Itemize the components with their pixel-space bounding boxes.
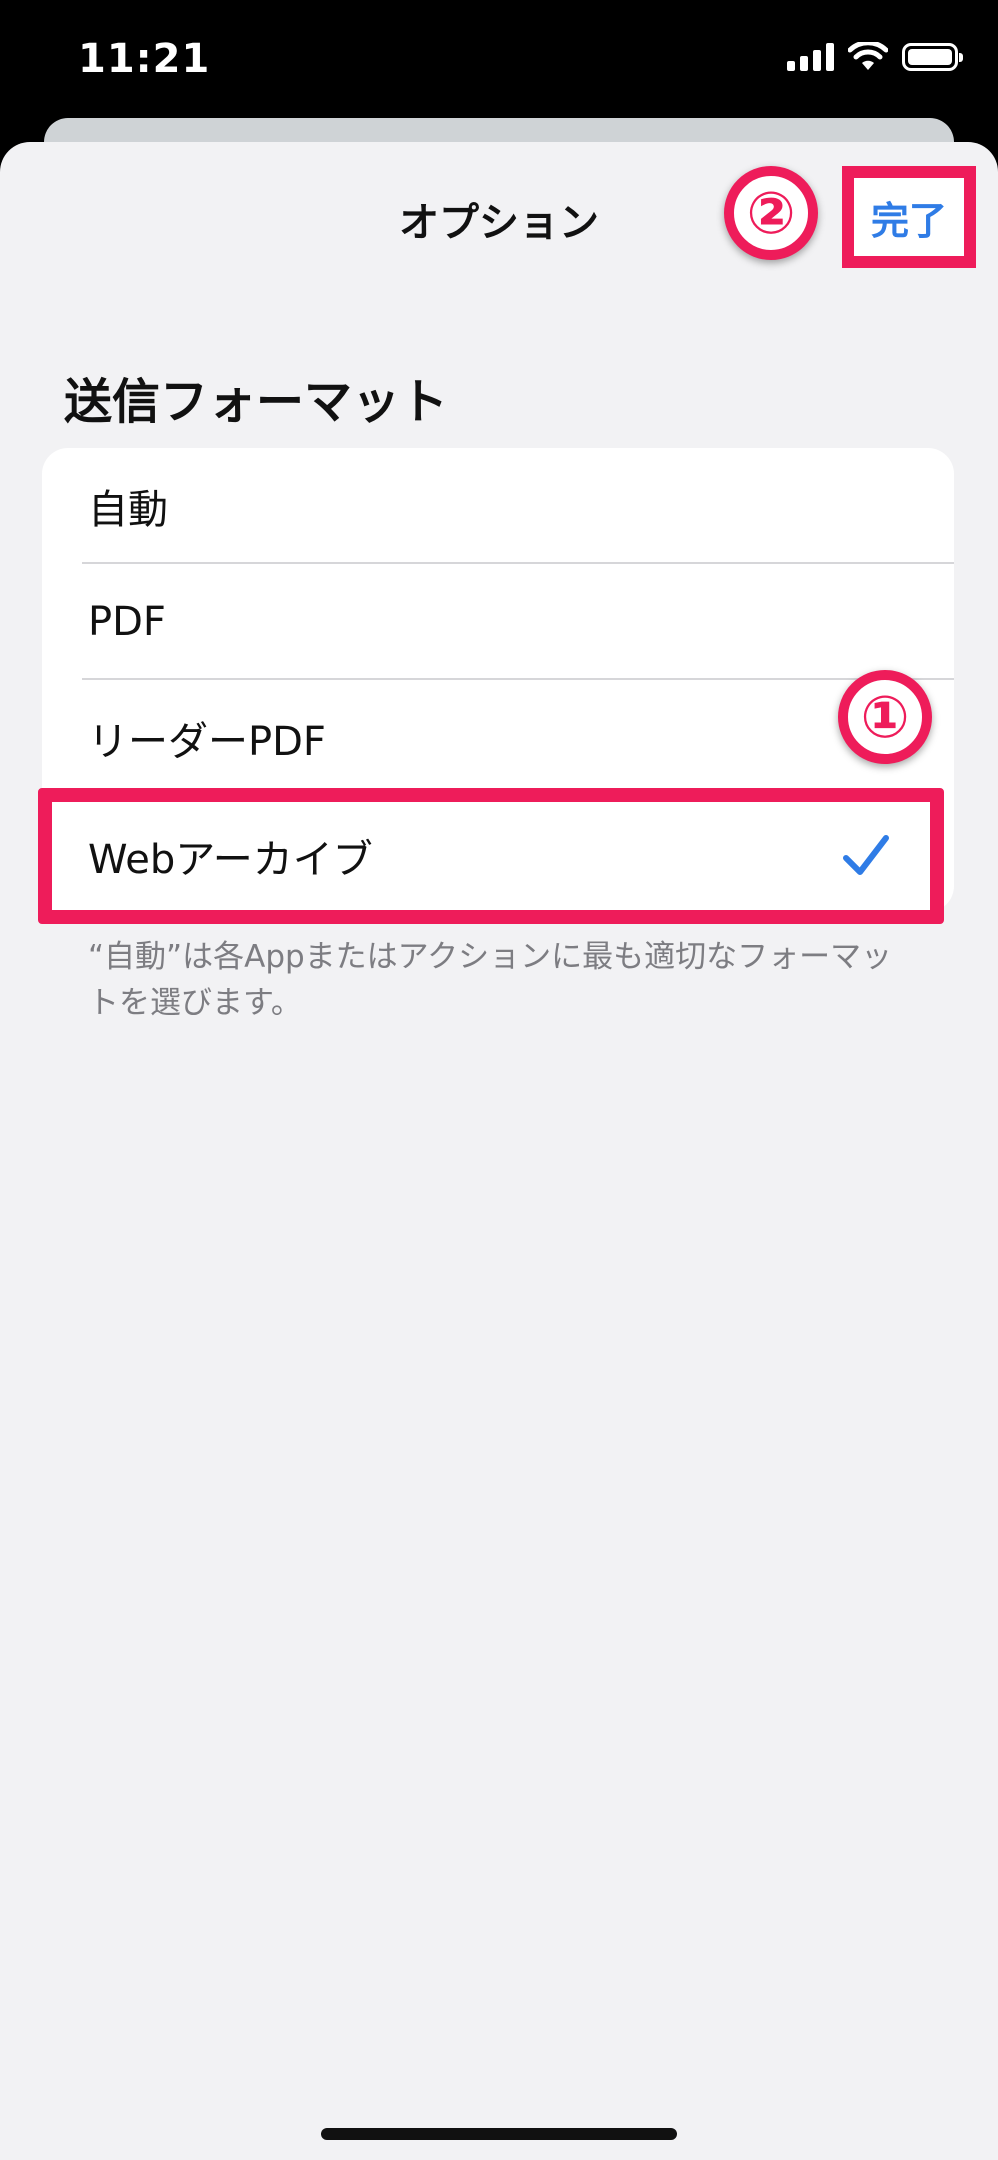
screen: 11:21 オプション ② 完了 送信フォーマット 自動 PDF リーダーPDF… xyxy=(0,0,998,2160)
format-option-reader-pdf[interactable]: リーダーPDF xyxy=(42,680,954,796)
option-label: Webアーカイブ xyxy=(88,837,373,883)
battery-icon xyxy=(902,43,963,71)
wifi-icon xyxy=(848,42,888,70)
options-sheet: オプション ② 完了 送信フォーマット 自動 PDF リーダーPDF Webアー… xyxy=(0,142,998,2160)
section-title: 送信フォーマット xyxy=(64,374,449,430)
format-option-web-archive[interactable]: Webアーカイブ xyxy=(38,788,944,924)
checkmark-icon xyxy=(843,835,889,875)
status-time: 11:21 xyxy=(78,36,211,82)
format-list: 自動 PDF リーダーPDF Webアーカイブ xyxy=(38,448,954,924)
status-icons xyxy=(787,42,963,72)
option-label: PDF xyxy=(88,599,166,645)
cellular-signal-icon xyxy=(787,43,834,71)
footer-note: “自動”は各Appまたはアクションに最も適切なフォーマットを選びます。 xyxy=(88,939,893,1021)
option-label: リーダーPDF xyxy=(88,719,326,765)
step-2-badge: ② xyxy=(724,166,818,260)
status-bar: 11:21 xyxy=(0,0,998,120)
home-indicator[interactable] xyxy=(321,2128,677,2140)
format-option-pdf[interactable]: PDF xyxy=(42,564,954,680)
format-option-auto[interactable]: 自動 xyxy=(42,448,954,564)
step-1-badge: ① xyxy=(838,670,932,764)
done-button[interactable]: 完了 xyxy=(842,166,976,268)
option-label: 自動 xyxy=(88,487,168,533)
